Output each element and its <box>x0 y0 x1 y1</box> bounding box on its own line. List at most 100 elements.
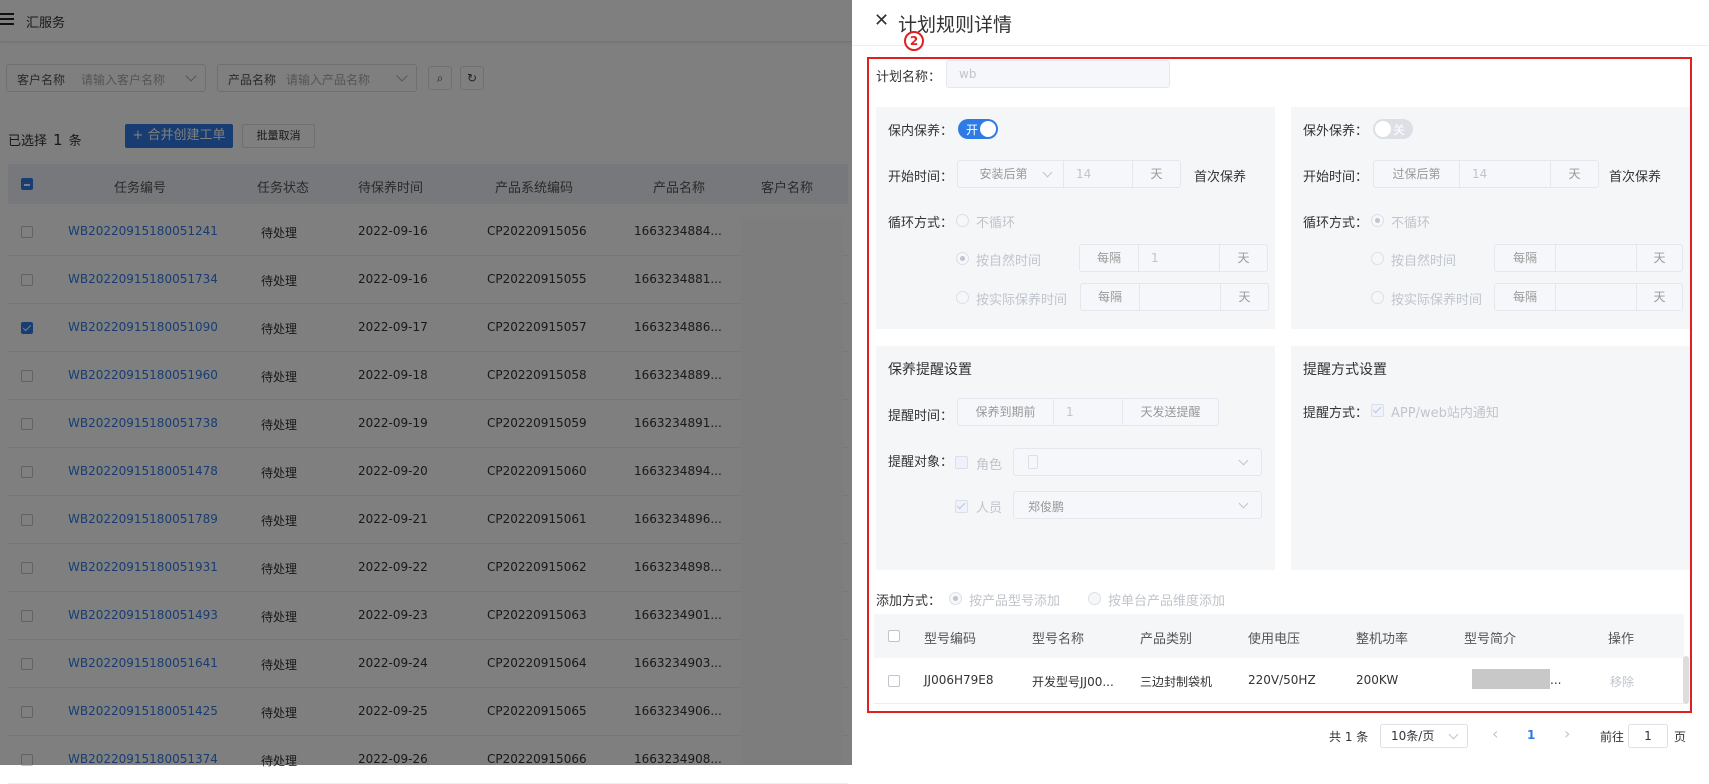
outer-natural-value[interactable] <box>1555 244 1637 272</box>
inner-natural-value[interactable]: 1 <box>1138 244 1220 272</box>
prev-page-button[interactable]: ‹ <box>1492 724 1498 743</box>
drawer-header: ✕ 计划规则详情 <box>852 0 1709 46</box>
switch-text: 开 <box>966 123 979 137</box>
goto-prefix: 前往 <box>1600 730 1625 744</box>
inner-opt-natural-label: 按自然时间 <box>976 254 1042 269</box>
outer-opt-natural-radio[interactable] <box>1371 252 1384 265</box>
close-icon[interactable]: ✕ <box>874 10 889 31</box>
model-code: JJ006H79E8 <box>924 673 994 687</box>
remind-method-label: 提醒方式： <box>1303 406 1369 421</box>
add-method-label: 添加方式： <box>876 594 942 609</box>
model-category: 三边封制袋机 <box>1140 675 1213 689</box>
remind-method-panel <box>1291 346 1690 570</box>
model-row-checkbox[interactable] <box>888 675 900 687</box>
inner-natural-unit: 天 <box>1219 244 1268 272</box>
model-intro: ... <box>1550 673 1562 687</box>
remind-time-suffix: 天发送提醒 <box>1122 398 1219 426</box>
switch-knob <box>1375 121 1391 137</box>
inner-start-label: 开始时间： <box>888 170 954 185</box>
outer-actual-every: 每隔 <box>1494 283 1556 311</box>
remind-time-value[interactable]: 1 <box>1053 398 1123 426</box>
remind-target-label: 提醒对象： <box>888 455 954 470</box>
outer-switch-label: 保外保养： <box>1303 124 1369 139</box>
role-select[interactable] <box>1013 448 1262 476</box>
model-voltage: 220V/50HZ <box>1248 673 1316 687</box>
switch-knob <box>980 121 996 137</box>
model-name: 开发型号JJ00... <box>1032 675 1114 689</box>
masked-intro <box>1472 669 1550 689</box>
table-scrollbar[interactable] <box>1683 656 1689 704</box>
inner-opt-none-radio[interactable] <box>956 214 969 227</box>
model-select-all-checkbox[interactable] <box>888 630 900 642</box>
outer-opt-natural-label: 按自然时间 <box>1391 254 1457 269</box>
inner-start-select[interactable]: 安装后第 <box>957 160 1064 188</box>
inner-opt-actual-label: 按实际保养时间 <box>976 293 1068 308</box>
col-product-category: 产品类别 <box>1140 632 1193 647</box>
outer-first-text: 首次保养 <box>1609 170 1662 185</box>
model-table-header: 型号编码 型号名称 产品类别 使用电压 整机功率 型号简介 操作 <box>874 614 1684 658</box>
role-label: 角色 <box>976 458 1003 473</box>
add-by-model-radio[interactable] <box>949 592 962 605</box>
role-tag-placeholder <box>1028 455 1038 469</box>
plan-rule-drawer: ✕ 计划规则详情 2 计划名称： wb 保内保养： 开 开始时间： 安装后第 1… <box>852 0 1709 765</box>
role-checkbox[interactable] <box>955 456 968 469</box>
col-model-code: 型号编码 <box>924 632 977 647</box>
app-web-notify-label: APP/web站内通知 <box>1391 406 1499 421</box>
outer-opt-actual-radio[interactable] <box>1371 291 1384 304</box>
col-model-name: 型号名称 <box>1032 632 1085 647</box>
goto-page-input[interactable]: 1 <box>1628 724 1668 748</box>
switch-text: 关 <box>1393 123 1406 137</box>
person-select-value: 郑俊鹏 <box>1028 500 1065 514</box>
col-power: 整机功率 <box>1356 632 1409 647</box>
model-table-row: JJ006H79E8 开发型号JJ00... 三边封制袋机 220V/50HZ … <box>874 658 1684 704</box>
page-size-select[interactable]: 10条/页 <box>1380 724 1468 748</box>
col-action: 操作 <box>1608 632 1635 647</box>
inner-opt-actual-radio[interactable] <box>956 291 969 304</box>
outer-opt-none-label: 不循环 <box>1391 216 1431 231</box>
next-page-button[interactable]: › <box>1564 724 1570 743</box>
inner-switch-label: 保内保养： <box>888 124 954 139</box>
inner-actual-value[interactable] <box>1139 283 1221 311</box>
inner-start-unit: 天 <box>1132 160 1181 188</box>
remind-method-title: 提醒方式设置 <box>1303 362 1387 378</box>
outer-start-select[interactable]: 过保后第 <box>1373 160 1460 188</box>
pagination-total: 共 1 条 <box>1329 730 1369 744</box>
outer-actual-value[interactable] <box>1555 283 1637 311</box>
outer-actual-unit: 天 <box>1636 283 1683 311</box>
plan-name-input[interactable]: wb <box>946 60 1170 88</box>
remind-time-label: 提醒时间： <box>888 409 954 424</box>
person-checkbox[interactable] <box>955 500 968 513</box>
outer-opt-none-radio[interactable] <box>1371 214 1384 227</box>
inner-cycle-label: 循环方式： <box>888 216 954 231</box>
col-voltage: 使用电压 <box>1248 632 1301 647</box>
inner-start-days[interactable]: 14 <box>1063 160 1133 188</box>
remove-button[interactable]: 移除 <box>1610 673 1634 690</box>
chevron-down-icon <box>1042 167 1053 178</box>
goto-suffix: 页 <box>1674 730 1687 744</box>
plan-name-label: 计划名称： <box>876 70 942 85</box>
page-size-value: 10条/页 <box>1391 729 1435 743</box>
inner-opt-natural-radio[interactable] <box>956 252 969 265</box>
outer-start-days[interactable]: 14 <box>1459 160 1551 188</box>
inner-start-select-value: 安装后第 <box>979 167 1028 181</box>
modal-overlay[interactable] <box>0 0 852 765</box>
page-1-button[interactable]: 1 <box>1527 728 1535 742</box>
add-by-model-label: 按产品型号添加 <box>969 594 1061 609</box>
chevron-down-icon <box>1448 729 1459 740</box>
remind-time-prefix: 保养到期前 <box>957 398 1054 426</box>
app-web-notify-checkbox[interactable] <box>1371 404 1384 417</box>
person-select[interactable]: 郑俊鹏 <box>1013 491 1262 519</box>
inner-actual-unit: 天 <box>1220 283 1269 311</box>
inner-warranty-switch[interactable]: 开 <box>958 119 998 139</box>
chevron-down-icon <box>1238 455 1249 466</box>
outer-natural-every: 每隔 <box>1494 244 1556 272</box>
outer-warranty-switch[interactable]: 关 <box>1373 119 1413 139</box>
remind-settings-title: 保养提醒设置 <box>888 362 972 378</box>
add-by-single-radio[interactable] <box>1088 592 1101 605</box>
model-power: 200KW <box>1356 673 1399 687</box>
annotation-marker: 2 <box>904 31 924 51</box>
inner-opt-none-label: 不循环 <box>976 216 1016 231</box>
person-label: 人员 <box>976 501 1003 516</box>
add-by-single-label: 按单台产品维度添加 <box>1108 594 1226 609</box>
inner-natural-every: 每隔 <box>1079 244 1139 272</box>
